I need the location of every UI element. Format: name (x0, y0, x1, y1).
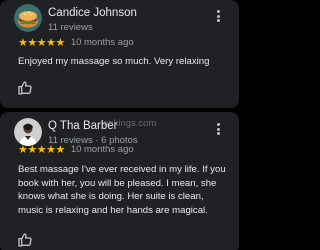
rating-row: ★★★★★ 10 months ago (18, 143, 134, 156)
review-text: Best massage I've ever received in my li… (18, 164, 226, 216)
review-text: Enjoyed my massage so much. Very relaxin… (18, 56, 210, 67)
star-rating: ★★★★★ (18, 36, 65, 49)
person-photo-avatar-icon (14, 118, 42, 146)
more-vert-icon[interactable] (211, 9, 225, 23)
reviewer-avatar[interactable] (14, 4, 42, 32)
review-time: 10 months ago (70, 37, 134, 48)
thumb-up-icon[interactable] (17, 232, 33, 248)
review-card: Candice Johnson 11 reviews ★★★★★ 10 mont… (0, 0, 239, 108)
watermark: ankings.com (103, 118, 157, 129)
reviewer-name[interactable]: Candice Johnson (48, 7, 137, 19)
bob-burger-avatar-icon (14, 4, 42, 32)
review-time: 10 months ago (70, 144, 134, 155)
reviewer-avatar[interactable] (14, 118, 42, 146)
review-card: Q Tha Barber 11 reviews · 6 photos ★★★★★… (0, 112, 239, 250)
reviewer-meta: 11 reviews (48, 22, 93, 33)
more-vert-icon[interactable] (211, 122, 225, 136)
rating-row: ★★★★★ 10 months ago (18, 36, 134, 49)
star-rating: ★★★★★ (18, 143, 65, 156)
thumb-up-icon[interactable] (17, 80, 33, 96)
